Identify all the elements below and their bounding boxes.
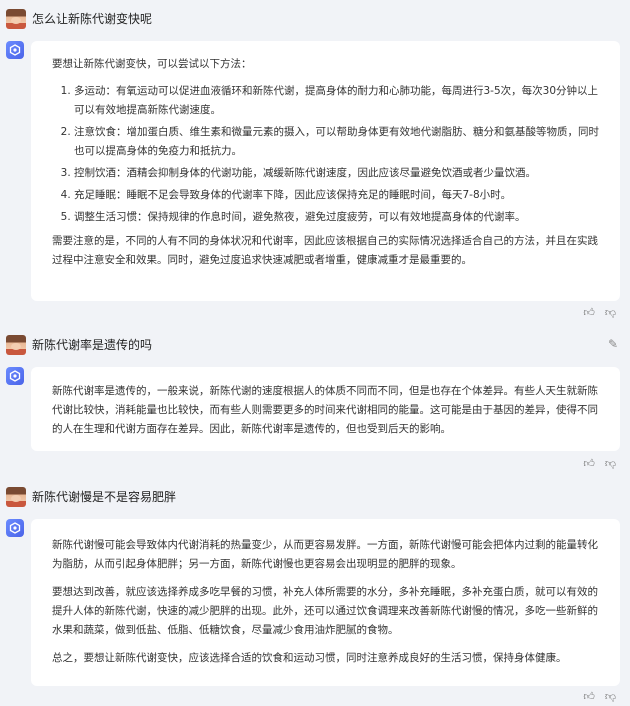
answer-text: 新陈代谢率是遗传的，一般来说，新陈代谢的速度根据人的体质不同而不同，但是也存在个… <box>52 385 598 435</box>
thumbs-up-icon[interactable]: 👍︎ <box>583 306 595 320</box>
user-question: 怎么让新陈代谢变快呢 <box>32 12 153 26</box>
thumbs-up-icon[interactable]: 👍︎ <box>583 690 595 704</box>
assistant-icon <box>6 367 24 385</box>
list-item: 调整生活习惯：保持规律的作息时间，避免熬夜，避免过度疲劳，可以有效地提高身体的代… <box>74 208 599 227</box>
user-message-1: 怎么让新陈代谢变快呢 <box>0 6 630 34</box>
assistant-answer-3: 新陈代谢慢可能会导致体内代谢消耗的热量变少，从而更容易发胖。一方面，新陈代谢慢可… <box>31 519 620 686</box>
edit-icon[interactable]: ✎ <box>606 337 620 351</box>
answer-list: 多运动：有氧运动可以促进血液循环和新陈代谢，提高身体的耐力和心肺功能，每周进行3… <box>52 82 599 227</box>
list-item: 控制饮酒：酒精会抑制身体的代谢功能，减缓新陈代谢速度，因此应该尽量避免饮酒或者少… <box>74 164 599 183</box>
user-avatar <box>6 9 26 29</box>
list-item: 充足睡眠：睡眠不足会导致身体的代谢率下降，因此应该保持充足的睡眠时间，每天7-8… <box>74 186 599 205</box>
answer-outro: 需要注意的是，不同的人有不同的身体状况和代谢率，因此应该根据自己的实际情况选择适… <box>52 235 598 266</box>
user-question: 新陈代谢慢是不是容易肥胖 <box>32 490 177 504</box>
list-item: 多运动：有氧运动可以促进血液循环和新陈代谢，提高身体的耐力和心肺功能，每周进行3… <box>74 82 599 120</box>
user-avatar <box>6 335 26 355</box>
answer-paragraph: 总之，要想让新陈代谢变快，应该选择合适的饮食和运动习惯，同时注意养成良好的生活习… <box>52 652 567 664</box>
user-avatar <box>6 487 26 507</box>
feedback-bar-3: 👍︎ 👎︎ <box>583 690 616 704</box>
feedback-bar-2: 👍︎ 👎︎ <box>583 457 616 471</box>
thumbs-down-icon[interactable]: 👎︎ <box>605 306 616 320</box>
assistant-answer-1: 要想让新陈代谢变快，可以尝试以下方法： 多运动：有氧运动可以促进血液循环和新陈代… <box>31 41 620 301</box>
user-question: 新陈代谢率是遗传的吗 <box>32 338 153 352</box>
feedback-bar-1: 👍︎ 👎︎ <box>583 306 616 320</box>
list-item: 注意饮食：增加蛋白质、维生素和微量元素的摄入，可以帮助身体更有效地代谢脂肪、糖分… <box>74 123 599 161</box>
thumbs-down-icon[interactable]: 👎︎ <box>605 457 616 471</box>
answer-intro: 要想让新陈代谢变快，可以尝试以下方法： <box>52 58 252 70</box>
assistant-icon <box>6 519 24 537</box>
user-message-2: 新陈代谢率是遗传的吗 ✎ <box>0 332 630 360</box>
assistant-icon <box>6 41 24 59</box>
assistant-answer-2: 新陈代谢率是遗传的，一般来说，新陈代谢的速度根据人的体质不同而不同，但是也存在个… <box>31 367 620 451</box>
thumbs-down-icon[interactable]: 👎︎ <box>605 690 616 704</box>
user-message-3: 新陈代谢慢是不是容易肥胖 <box>0 484 630 512</box>
answer-paragraph: 要想达到改善，就应该选择养成多吃早餐的习惯，补充人体所需要的水分，多补充睡眠，多… <box>52 586 598 636</box>
answer-paragraph: 新陈代谢慢可能会导致体内代谢消耗的热量变少，从而更容易发胖。一方面，新陈代谢慢可… <box>52 539 598 570</box>
thumbs-up-icon[interactable]: 👍︎ <box>583 457 595 471</box>
